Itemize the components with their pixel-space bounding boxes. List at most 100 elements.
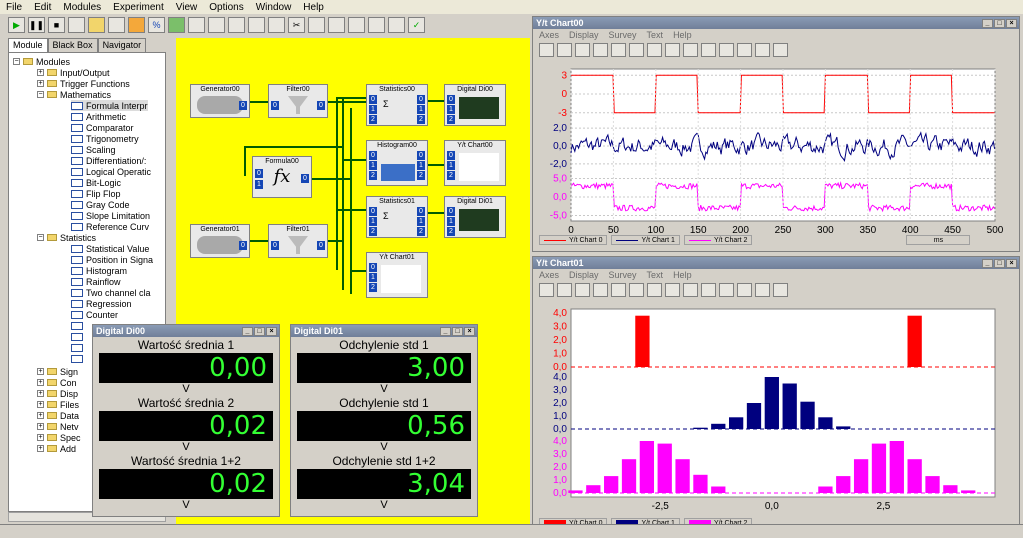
cursor-icon[interactable] (575, 283, 590, 297)
bars-icon[interactable] (701, 43, 716, 57)
expand-icon[interactable]: + (37, 390, 44, 397)
tree-group-mathematics[interactable]: − Mathematics (37, 89, 111, 100)
input-port[interactable]: 0 (271, 241, 279, 250)
minimize-button[interactable]: _ (982, 18, 993, 28)
save-icon[interactable] (108, 17, 125, 33)
tree-item[interactable]: Flip Flop (71, 188, 121, 199)
minimize-button[interactable]: _ (242, 326, 253, 336)
print-icon[interactable] (665, 283, 680, 297)
tree-item[interactable] (71, 331, 83, 342)
input-port[interactable]: 2 (447, 227, 455, 236)
close-button[interactable]: × (1006, 258, 1017, 268)
layout-icon[interactable] (228, 17, 245, 33)
tree-group-statistics[interactable]: − Statistics (37, 232, 96, 243)
close-button[interactable]: × (464, 326, 475, 336)
digital-display-block[interactable]: Digital Di01 0 1 2 (444, 196, 506, 238)
cut-icon[interactable]: ✂ (288, 17, 305, 33)
open-folder-icon[interactable] (88, 17, 105, 33)
tree-item[interactable] (71, 320, 83, 331)
pause-icon[interactable]: ❚❚ (28, 17, 45, 33)
tree-group[interactable]: + Data (37, 410, 79, 421)
expand-icon[interactable]: + (37, 445, 44, 452)
close-button[interactable]: × (266, 326, 277, 336)
tree-item[interactable]: Reference Curv (71, 221, 149, 232)
menu-experiment[interactable]: Experiment (107, 2, 170, 13)
window-titlebar[interactable]: Digital Di01 _ □ × (291, 325, 477, 337)
formula-block[interactable]: Formula00 fx 0 1 0 (252, 156, 312, 198)
pen-icon[interactable] (719, 283, 734, 297)
zoom-in-icon[interactable] (539, 43, 554, 57)
input-port[interactable]: 0 (369, 95, 377, 104)
input-port[interactable]: 0 (271, 101, 279, 110)
print-icon[interactable] (348, 17, 365, 33)
menu-help[interactable]: Help (673, 269, 692, 281)
tree-root[interactable]: − Modules (13, 56, 70, 67)
yt-chart-0-plot[interactable]: 30-32,00,0-2,05,00,0-5,00 50 100 150 200 250 3… (533, 61, 1019, 253)
maximize-button[interactable]: □ (254, 326, 265, 336)
tree-item[interactable]: Regression (71, 298, 132, 309)
statistics-block[interactable]: Statistics00 0 1 2 0 1 2 Σ (366, 84, 428, 126)
collapse-icon[interactable]: − (13, 58, 20, 65)
menu-modules[interactable]: Modules (57, 2, 107, 13)
back-icon[interactable] (755, 283, 770, 297)
tree-group-trigger[interactable]: + Trigger Functions (37, 78, 130, 89)
bars-icon[interactable] (701, 283, 716, 297)
tab-navigator[interactable]: Navigator (97, 38, 147, 52)
forward-icon[interactable] (773, 43, 788, 57)
legend-item[interactable]: Y/t Chart 1 (611, 235, 680, 245)
menu-text[interactable]: Text (647, 29, 664, 41)
yt-chart-1-plot[interactable]: 4,03,02,01,00,04,03,02,01,00,04,03,02,01… (533, 301, 1019, 513)
expand-icon[interactable]: + (37, 368, 44, 375)
tree-item[interactable] (71, 342, 83, 353)
tree-item[interactable]: Rainflow (71, 276, 121, 287)
forward-icon[interactable] (773, 283, 788, 297)
module-icon[interactable] (128, 17, 145, 33)
filter-block[interactable]: Filter00 0 0 (268, 84, 328, 118)
tab-black-box[interactable]: Black Box (47, 38, 98, 52)
pen-icon[interactable] (719, 43, 734, 57)
tree-group[interactable]: + Add (37, 443, 76, 454)
input-port[interactable]: 0 (447, 95, 455, 104)
output-port[interactable]: 1 (417, 161, 425, 170)
tile-icon[interactable] (388, 17, 405, 33)
menu-help[interactable]: Help (297, 2, 330, 13)
menu-file[interactable]: File (0, 2, 28, 13)
display-icon[interactable] (168, 17, 185, 33)
generator-block[interactable]: Generator01 0 (190, 224, 250, 258)
table-icon[interactable] (268, 17, 285, 33)
input-port[interactable]: 0 (369, 207, 377, 216)
filter-block[interactable]: Filter01 0 0 (268, 224, 328, 258)
input-port[interactable]: 1 (369, 273, 377, 282)
tree-group[interactable]: + Files (37, 399, 79, 410)
output-port[interactable]: 0 (417, 207, 425, 216)
output-port[interactable]: 2 (417, 227, 425, 236)
window-titlebar[interactable]: Y/t Chart01 _ □ × (533, 257, 1019, 269)
window-titlebar[interactable]: Y/t Chart00 _ □ × (533, 17, 1019, 29)
menu-text[interactable]: Text (647, 269, 664, 281)
expand-icon[interactable]: + (37, 69, 44, 76)
expand-icon[interactable]: + (37, 423, 44, 430)
menu-axes[interactable]: Axes (539, 29, 559, 41)
list-icon[interactable] (248, 17, 265, 33)
window-icon[interactable] (188, 17, 205, 33)
expand-icon[interactable]: + (37, 401, 44, 408)
input-port[interactable]: 0 (447, 207, 455, 216)
input-port[interactable]: 1 (447, 105, 455, 114)
save-icon[interactable] (593, 283, 608, 297)
input-port[interactable]: 1 (369, 105, 377, 114)
menu-survey[interactable]: Survey (609, 269, 637, 281)
input-port[interactable]: 2 (369, 115, 377, 124)
window-titlebar[interactable]: Digital Di00 _ □ × (93, 325, 279, 337)
statistics-block[interactable]: Statistics01 0 1 2 0 1 2 Σ (366, 196, 428, 238)
copy-icon[interactable] (308, 17, 325, 33)
legend-item[interactable]: Y/t Chart 2 (683, 235, 753, 245)
menu-window[interactable]: Window (250, 2, 298, 13)
tree-item[interactable]: Logical Operatic (71, 166, 151, 177)
zoom-out-icon[interactable] (557, 283, 572, 297)
input-port[interactable]: 0 (255, 169, 263, 178)
expand-icon[interactable]: + (37, 80, 44, 87)
digital-display-block[interactable]: Digital Di00 0 1 2 (444, 84, 506, 126)
output-port[interactable]: 0 (239, 101, 247, 110)
tree-item[interactable]: Trigonometry (71, 133, 139, 144)
output-port[interactable]: 2 (417, 171, 425, 180)
